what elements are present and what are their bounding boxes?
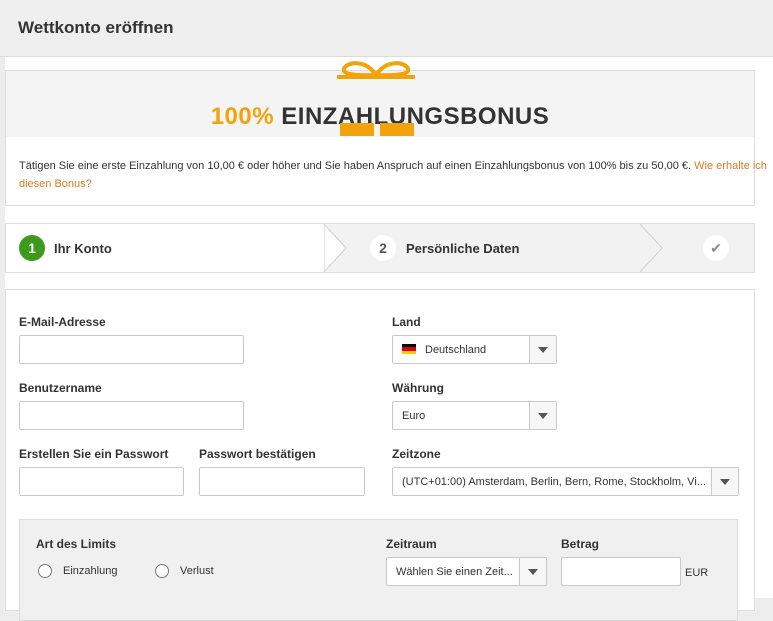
country-value: Deutschland: [425, 344, 487, 356]
currency-label: Währung: [392, 381, 444, 395]
amount-currency: EUR: [685, 567, 709, 579]
bonus-description: Tätigen Sie eine erste Einzahlung von 10…: [19, 160, 692, 172]
username-field[interactable]: [19, 401, 244, 430]
gift-bow-icon: [337, 61, 415, 79]
period-value: Wählen Sie einen Zeit...: [396, 566, 513, 578]
page-title: Wettkonto eröffnen: [18, 18, 174, 37]
currency-value: Euro: [402, 410, 426, 422]
page-header: Wettkonto eröffnen: [0, 0, 773, 57]
germany-flag-icon: [402, 344, 416, 354]
step-separator: [324, 224, 347, 272]
username-label: Benutzername: [19, 381, 102, 395]
step-number-1: 1: [19, 235, 45, 261]
step-label-ihr-konto: Ihr Konto: [54, 241, 112, 256]
password-confirm-label: Passwort bestätigen: [199, 447, 316, 461]
step-number-2: 2: [370, 235, 396, 261]
chevron-down-icon[interactable]: [529, 402, 556, 429]
timezone-value: (UTC+01:00) Amsterdam, Berlin, Bern, Rom…: [402, 476, 706, 488]
bonus-info: Tätigen Sie eine erste Einzahlung von 10…: [5, 137, 767, 206]
step-separator: [640, 224, 663, 272]
password-field[interactable]: [19, 467, 184, 496]
amount-label: Betrag: [561, 537, 600, 551]
bonus-label: EINZAHLUNGSBONUS: [281, 103, 550, 130]
timezone-select[interactable]: (UTC+01:00) Amsterdam, Berlin, Bern, Rom…: [392, 467, 739, 496]
country-label: Land: [392, 315, 421, 329]
email-label: E-Mail-Adresse: [19, 315, 106, 329]
password-confirm-field[interactable]: [199, 467, 365, 496]
registration-form: E-Mail-Adresse Benutzername Erstellen Si…: [5, 289, 755, 621]
amount-field[interactable]: [561, 557, 681, 586]
radio-verlust[interactable]: [155, 564, 169, 578]
email-field[interactable]: [19, 335, 244, 364]
country-select[interactable]: Deutschland: [392, 335, 557, 364]
password-label: Erstellen Sie ein Passwort: [19, 447, 169, 461]
chevron-down-icon[interactable]: [529, 336, 556, 363]
checkmark-icon: ✔: [703, 235, 729, 261]
timezone-label: Zeitzone: [392, 447, 441, 461]
limit-type-label: Art des Limits: [36, 537, 117, 551]
currency-select[interactable]: Euro: [392, 401, 557, 430]
radio-verlust-label[interactable]: Verlust: [180, 565, 214, 577]
bonus-percent: 100%: [210, 103, 275, 130]
radio-einzahlung[interactable]: [38, 564, 52, 578]
period-select[interactable]: Wählen Sie einen Zeit...: [386, 557, 547, 586]
chevron-down-icon[interactable]: [711, 468, 738, 495]
registration-steps: 1 Ihr Konto 2 Persönliche Daten ✔: [5, 223, 755, 273]
gift-box-icon: [340, 123, 414, 136]
registration-page: 100% EINZAHLUNGSBONUS Tätigen Sie eine e…: [5, 57, 773, 621]
chevron-down-icon[interactable]: [519, 558, 546, 585]
limits-panel: Art des Limits Einzahlung Verlust Zeitra…: [19, 519, 738, 621]
bonus-info-text: Tätigen Sie eine erste Einzahlung von 10…: [19, 157, 773, 193]
period-label: Zeitraum: [386, 537, 437, 551]
step-label-persoenliche-daten[interactable]: Persönliche Daten: [406, 241, 519, 256]
radio-einzahlung-label[interactable]: Einzahlung: [63, 565, 117, 577]
